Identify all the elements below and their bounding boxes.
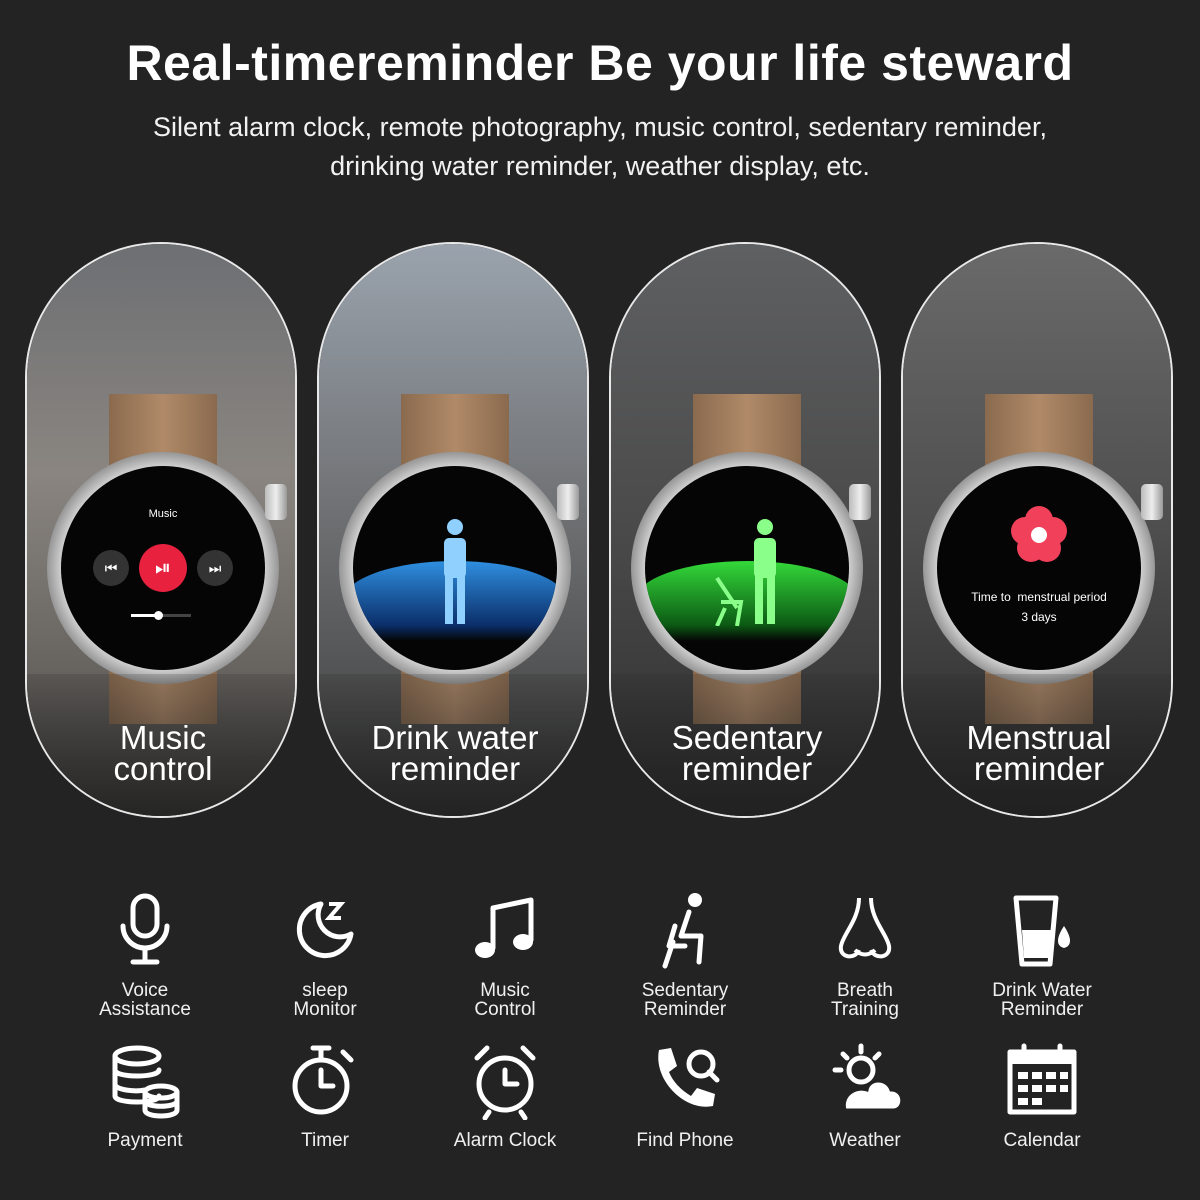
moon-sleep-icon <box>285 890 365 970</box>
watch-crown <box>265 484 287 520</box>
music-title: Music <box>148 508 178 520</box>
microphone-icon <box>105 890 185 970</box>
feature-label: Alarm Clock <box>453 1130 557 1151</box>
drinking-person-icon <box>435 518 475 626</box>
water-glass-icon <box>1002 890 1082 970</box>
feature-label: Breath Training <box>831 980 899 1020</box>
standing-person-chair-icon <box>707 518 797 627</box>
next-track-icon: ⏭ <box>197 550 233 586</box>
nose-icon <box>825 890 905 970</box>
alarm-clock-icon <box>465 1040 545 1121</box>
volume-slider <box>131 611 191 620</box>
phone-search-icon <box>645 1040 725 1120</box>
calendar-icon <box>1002 1040 1082 1120</box>
subtitle-line-2: drinking water reminder, weather display… <box>330 151 870 181</box>
page-subtitle: Silent alarm clock, remote photography, … <box>60 108 1140 186</box>
feature-label: Music Control <box>474 980 536 1020</box>
feature-label: Find Phone <box>636 1130 734 1151</box>
watch-screen <box>353 466 557 670</box>
panel-caption: Menstrual reminder <box>966 719 1112 787</box>
panel-caption: Music control <box>113 719 213 787</box>
feature-label: Voice Assistance <box>99 980 191 1020</box>
music-note-icon <box>465 890 545 970</box>
panel-caption: Drink water reminder <box>371 719 539 787</box>
page-title: Real-timereminder Be your life steward <box>126 35 1074 91</box>
feature-label: Payment <box>107 1130 183 1151</box>
feature-label: Drink Water Reminder <box>992 980 1092 1020</box>
sun-cloud-icon <box>825 1040 905 1120</box>
period-text: Time to menstrual period <box>971 590 1107 604</box>
watch-screen <box>645 466 849 670</box>
panel-caption: Sedentary reminder <box>671 719 823 787</box>
watch-screen: Time to menstrual period 3 days <box>937 466 1141 670</box>
panel-menstrual: Time to menstrual period 3 days Menstrua… <box>901 242 1173 818</box>
panel-music-control: Music ⏮ ⏯ ⏭ Music control <box>25 242 297 818</box>
feature-label: sleep Monitor <box>293 980 357 1020</box>
coins-icon <box>105 1040 185 1120</box>
subtitle-line-1: Silent alarm clock, remote photography, … <box>153 112 1047 142</box>
feature-label: Timer <box>301 1130 349 1151</box>
feature-label: Weather <box>829 1130 901 1151</box>
panel-sedentary: Sedentary reminder <box>609 242 881 818</box>
stopwatch-icon <box>285 1040 365 1120</box>
period-days: 3 days <box>1021 610 1057 624</box>
feature-label: Sedentary Reminder <box>641 980 729 1020</box>
panel-drink-water: Drink water reminder <box>317 242 589 818</box>
watch-screen: Music ⏮ ⏯ ⏭ <box>61 466 265 670</box>
sitting-person-icon <box>645 890 725 970</box>
feature-label: Calendar <box>1003 1130 1081 1151</box>
previous-track-icon: ⏮ <box>93 550 129 586</box>
flower-icon <box>1009 504 1069 564</box>
play-pause-icon: ⏯ <box>139 544 187 592</box>
